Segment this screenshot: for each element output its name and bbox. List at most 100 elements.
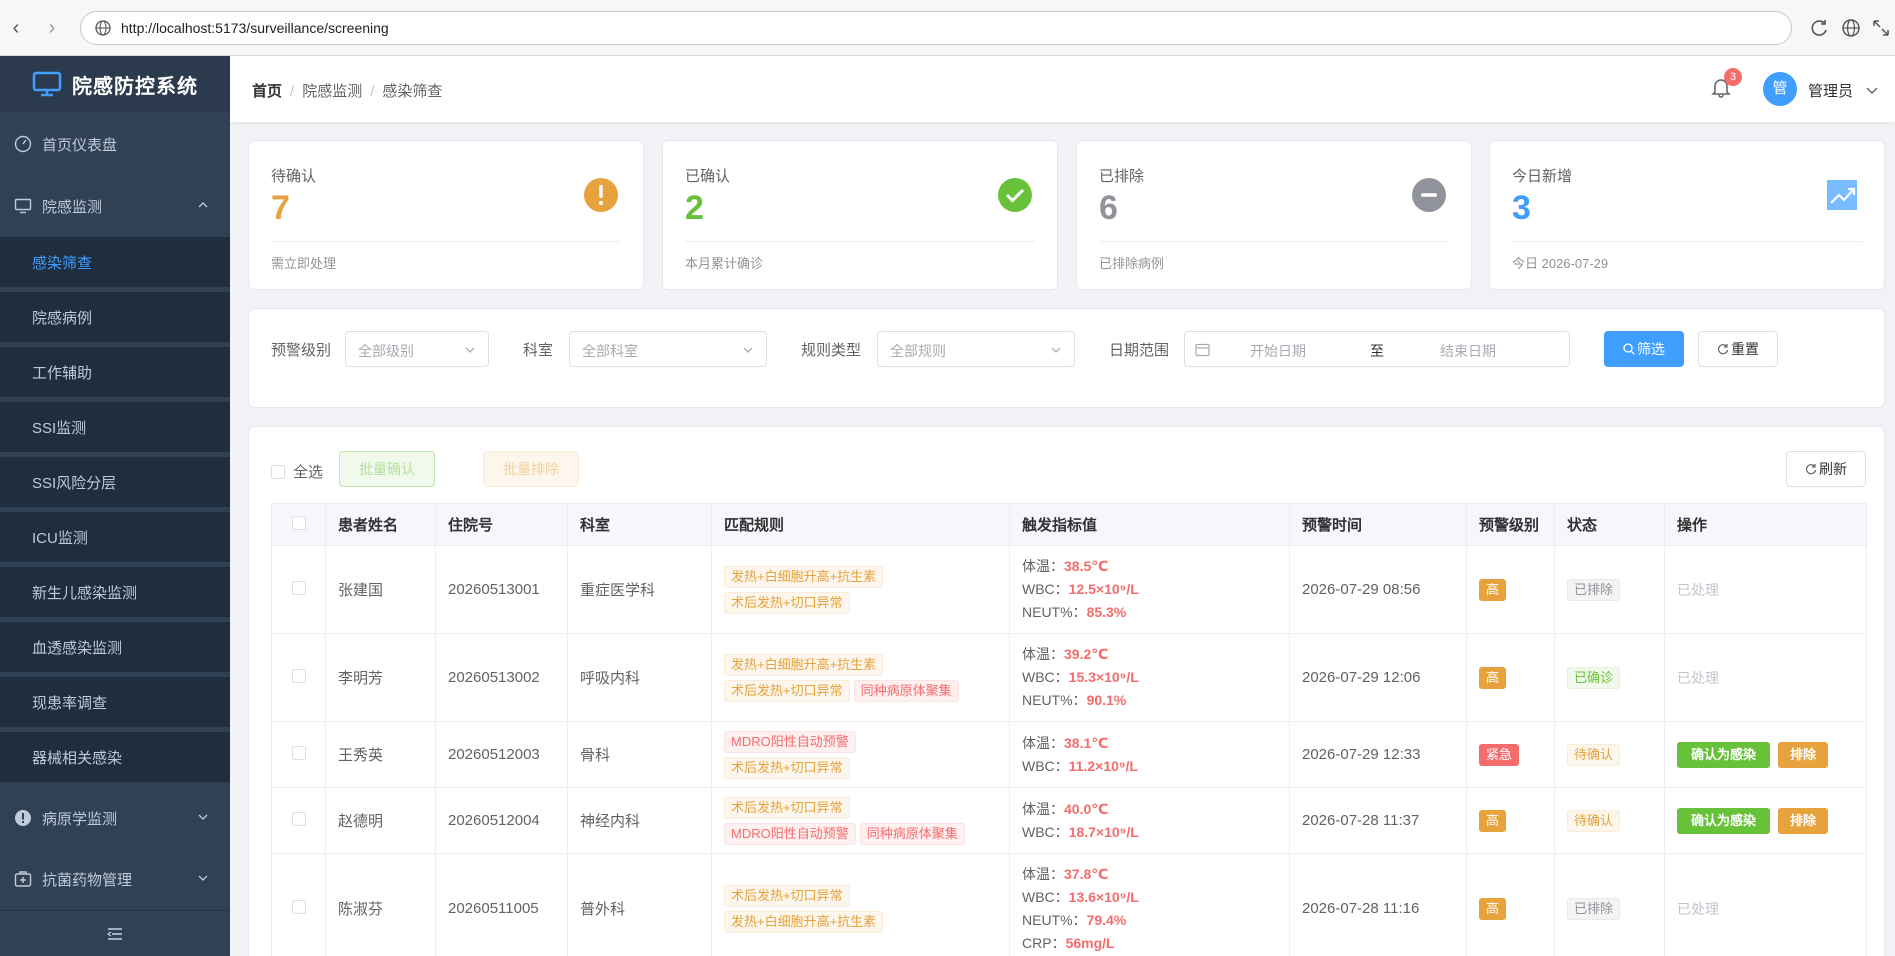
date-range-picker[interactable]: 开始日期 至 结束日期 — [1184, 331, 1570, 367]
column-header: 匹配规则 — [711, 503, 1010, 546]
medkit-icon — [14, 871, 32, 887]
rule-tag: 术后发热+切口异常 — [724, 796, 850, 819]
stat-card-confirmed: 已确认 2 本月累计确诊 — [662, 140, 1058, 290]
expand-icon[interactable] — [1870, 17, 1892, 39]
sidebar-item-neonatal[interactable]: 新生儿感染监测 — [0, 567, 230, 617]
checkbox[interactable] — [291, 899, 306, 914]
logo[interactable]: 院感防控系统 — [0, 56, 230, 112]
chevron-down-icon — [465, 347, 475, 353]
select-all-checkbox[interactable]: 全选 — [271, 461, 323, 482]
forward-icon[interactable]: › — [42, 18, 62, 38]
rule-tag: 术后发热+切口异常 — [724, 884, 850, 907]
table-row[interactable]: 陈淑芬 20260511005 普外科 术后发热+切口异常 发热+白细胞升高+抗生素 体温… — [271, 853, 1867, 956]
sidebar-item-screening[interactable]: 感染筛查 — [0, 237, 230, 287]
logo-text: 院感防控系统 — [72, 75, 198, 98]
table-row[interactable]: 李明芳 20260513002 呼吸内科 发热+白细胞升高+抗生素 术后发热+切口异常同… — [271, 633, 1867, 722]
level-badge: 高 — [1479, 666, 1507, 689]
dept-select[interactable]: 全部科室 — [569, 331, 767, 367]
avatar[interactable]: 管 — [1763, 72, 1797, 106]
date-end-input[interactable]: 结束日期 — [1440, 341, 1496, 361]
batch-confirm-button[interactable]: 批量确认 — [339, 451, 435, 487]
indicator-value: 90.1% — [1086, 692, 1127, 708]
checkbox[interactable] — [291, 811, 306, 826]
checkbox[interactable] — [291, 745, 306, 760]
sidebar-item-ssi-risk[interactable]: SSI风险分层 — [0, 457, 230, 507]
actions: 已处理 — [1664, 633, 1867, 722]
sidebar-item-cases[interactable]: 院感病例 — [0, 292, 230, 342]
indicator-value: 56mg/L — [1065, 934, 1115, 951]
exclude-button[interactable]: 排除 — [1778, 807, 1829, 834]
alert-time: 2026-07-29 12:06 — [1289, 633, 1467, 722]
processed-label: 已处理 — [1677, 669, 1719, 686]
stat-card-new-today: 今日新增 3 今日 2026-07-29 — [1489, 140, 1885, 290]
refresh-button[interactable]: 刷新 — [1786, 451, 1866, 487]
checkbox[interactable] — [291, 580, 306, 595]
indicator-value: 11.2×10⁹/L — [1068, 757, 1138, 774]
row-checkbox[interactable] — [271, 633, 326, 722]
level-select[interactable]: 全部级别 — [345, 331, 489, 367]
exclude-button[interactable]: 排除 — [1778, 741, 1829, 768]
rule-tag: MDRO阳性自动预警 — [724, 730, 856, 753]
filter-panel: 预警级别 全部级别 科室 全部科室 规则类型 全部规则 日期范围 开始日期 至 … — [248, 308, 1885, 408]
address-bar[interactable]: http://localhost:5173/surveillance/scree… — [80, 11, 1792, 45]
status: 待确认 — [1554, 721, 1665, 788]
date-start-input[interactable]: 开始日期 — [1250, 341, 1306, 361]
indicator-key: WBC： — [1022, 823, 1069, 840]
sidebar-item-ssi[interactable]: SSI监测 — [0, 402, 230, 452]
status-badge: 待确认 — [1567, 809, 1621, 832]
refresh-icon — [1717, 344, 1729, 355]
sidebar-item-pathogen[interactable]: 病原学监测 — [0, 793, 230, 843]
breadcrumb-section[interactable]: 院感监测 — [302, 83, 362, 100]
sidebar-item-prevalence[interactable]: 现患率调查 — [0, 677, 230, 727]
row-checkbox[interactable] — [271, 721, 326, 788]
column-header: 科室 — [567, 503, 712, 546]
indicator-key: 体温： — [1022, 646, 1064, 662]
sidebar-item-dialysis[interactable]: 血透感染监测 — [0, 622, 230, 672]
row-checkbox[interactable] — [271, 545, 326, 634]
reset-button[interactable]: 重置 — [1698, 331, 1778, 367]
batch-exclude-button[interactable]: 批量排除 — [483, 451, 579, 487]
header-checkbox[interactable] — [271, 503, 326, 546]
checkbox[interactable] — [291, 668, 306, 683]
chevron-down-icon[interactable] — [1866, 84, 1878, 96]
reload-icon[interactable] — [1808, 17, 1830, 39]
user-name[interactable]: 管理员 — [1808, 80, 1853, 101]
alert-level: 紧急 — [1466, 721, 1555, 788]
sidebar-collapse-button[interactable] — [0, 910, 230, 956]
alert-time: 2026-07-28 11:16 — [1289, 853, 1467, 956]
department: 呼吸内科 — [567, 633, 712, 722]
table-row[interactable]: 赵德明 20260512004 神经内科 术后发热+切口异常 MDRO阳性自动预警 同种病… — [271, 787, 1867, 854]
table-row[interactable]: 张建国 20260513001 重症医学科 发热+白细胞升高+抗生素 术后发热+切口异常… — [271, 545, 1867, 634]
table-row[interactable]: 王秀英 20260512003 骨科 MDRO阳性自动预警 术后发热+切口异常 体温：38… — [271, 721, 1867, 788]
translate-globe-icon[interactable] — [1840, 17, 1862, 39]
search-button[interactable]: 筛选 — [1604, 331, 1684, 367]
indicator-line: WBC：12.5×10⁹/L — [1022, 578, 1289, 601]
alert-level: 高 — [1466, 633, 1555, 722]
row-checkbox[interactable] — [271, 787, 326, 854]
column-header: 预警级别 — [1466, 503, 1555, 546]
back-icon[interactable]: ‹ — [6, 18, 26, 38]
indicator-key: NEUT%： — [1022, 911, 1087, 928]
sidebar-item-surveillance[interactable]: 院感监测 — [0, 181, 230, 231]
confirm-infection-button[interactable]: 确认为感染 — [1677, 741, 1771, 768]
sidebar-item-device[interactable]: 器械相关感染 — [0, 732, 230, 782]
breadcrumb-current: 感染筛查 — [382, 83, 443, 100]
row-checkbox[interactable] — [271, 853, 326, 956]
sidebar-item-icu[interactable]: ICU监测 — [0, 512, 230, 562]
department: 骨科 — [567, 721, 712, 788]
sidebar-item-dashboard[interactable]: 首页仪表盘 — [0, 119, 230, 169]
chevron-down-icon — [198, 875, 208, 881]
sidebar-item-antibiotics[interactable]: 抗菌药物管理 — [0, 854, 230, 904]
indicator-value: 85.3% — [1086, 604, 1127, 620]
patient-name: 李明芳 — [325, 633, 436, 722]
level-badge: 高 — [1479, 809, 1507, 832]
stat-value: 2 — [685, 189, 704, 227]
column-header: 状态 — [1554, 503, 1665, 546]
breadcrumb-home[interactable]: 首页 — [252, 83, 282, 100]
patient-name: 陈淑芬 — [325, 853, 436, 956]
indicator-line: WBC：11.2×10⁹/L — [1022, 755, 1289, 778]
sidebar-item-work-assist[interactable]: 工作辅助 — [0, 347, 230, 397]
confirm-infection-button[interactable]: 确认为感染 — [1677, 807, 1771, 834]
rule-select[interactable]: 全部规则 — [877, 331, 1075, 367]
processed-label: 已处理 — [1677, 900, 1719, 917]
